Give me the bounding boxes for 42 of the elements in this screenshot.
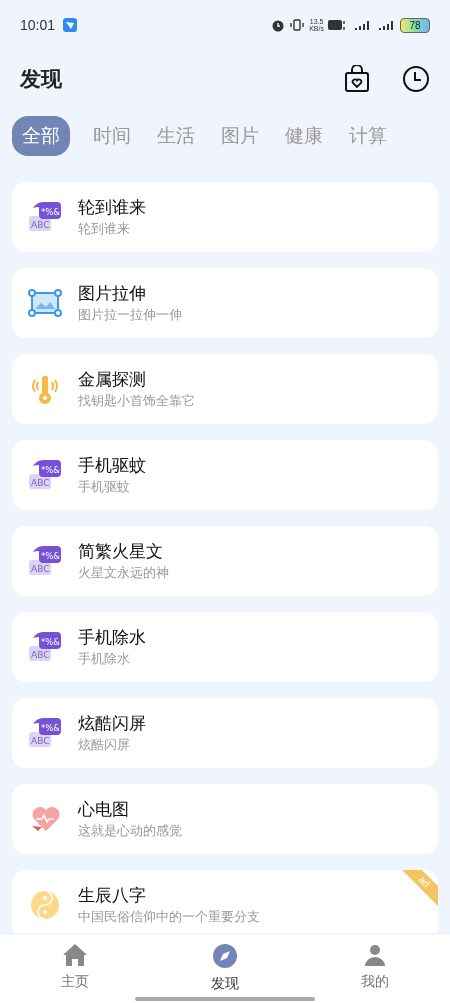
category-tab[interactable]: 全部 (12, 116, 70, 156)
tool-title: 简繁火星文 (78, 541, 164, 563)
tool-title: 心电图 (78, 799, 130, 821)
alarm-icon (271, 18, 286, 32)
shopping-bag-icon[interactable] (344, 65, 370, 93)
yin-yang-icon (29, 889, 61, 921)
tool-card[interactable]: ABC *%& 轮到谁来 轮到谁来 (12, 182, 438, 252)
history-icon[interactable] (402, 65, 430, 93)
tool-description: 火星文永远的神 (78, 564, 169, 582)
tool-title: 图片拉伸 (78, 283, 147, 305)
cell-signal-icon (352, 18, 372, 32)
tool-card[interactable]: 金属探测 找钥匙小首饰全靠它 (12, 354, 438, 424)
cell-signal-icon (376, 18, 396, 32)
tool-title: 手机除水 (78, 627, 146, 649)
tool-card[interactable]: ABC *%& 手机除水 手机除水 (12, 612, 438, 682)
tool-title: 炫酷闪屏 (78, 713, 146, 735)
app-notification-icon (63, 18, 78, 32)
tool-card[interactable]: ABC *%& 手机驱蚊 手机驱蚊 (12, 440, 438, 510)
tool-description: 轮到谁来 (78, 220, 131, 238)
tool-description: 手机驱蚊 (78, 478, 131, 496)
page-title: 发现 (20, 66, 63, 93)
battery-indicator: 78 (400, 17, 430, 33)
nav-tab[interactable]: 发现 (150, 935, 300, 1003)
home-icon (62, 943, 88, 967)
tool-title: 轮到谁来 (78, 197, 146, 219)
nav-tab[interactable]: 主页 (0, 935, 150, 1003)
tool-card[interactable]: 心电图 这就是心动的感觉 (12, 784, 438, 854)
compass-icon (212, 943, 238, 969)
tool-description: 手机除水 (78, 650, 131, 668)
tool-title: 生辰八字 (78, 885, 147, 907)
tool-card[interactable]: ABC *%& 简繁火星文 火星文永远的神 (12, 526, 438, 596)
vibrate-icon (289, 18, 306, 32)
status-time: 10:01 (20, 15, 56, 35)
tool-description: 炫酷闪屏 (78, 736, 131, 754)
tool-card[interactable]: ABC *%& 炫酷闪屏 炫酷闪屏 (12, 698, 438, 768)
tool-description: 找钥匙小首饰全靠它 (78, 392, 195, 410)
nav-tab[interactable]: 我的 (300, 935, 450, 1003)
tool-description: 这就是心动的感觉 (78, 822, 182, 840)
tool-title: 金属探测 (78, 369, 147, 391)
tool-title: 手机驱蚊 (78, 455, 146, 477)
person-icon (363, 943, 387, 967)
hd-signal-icon (328, 18, 348, 32)
